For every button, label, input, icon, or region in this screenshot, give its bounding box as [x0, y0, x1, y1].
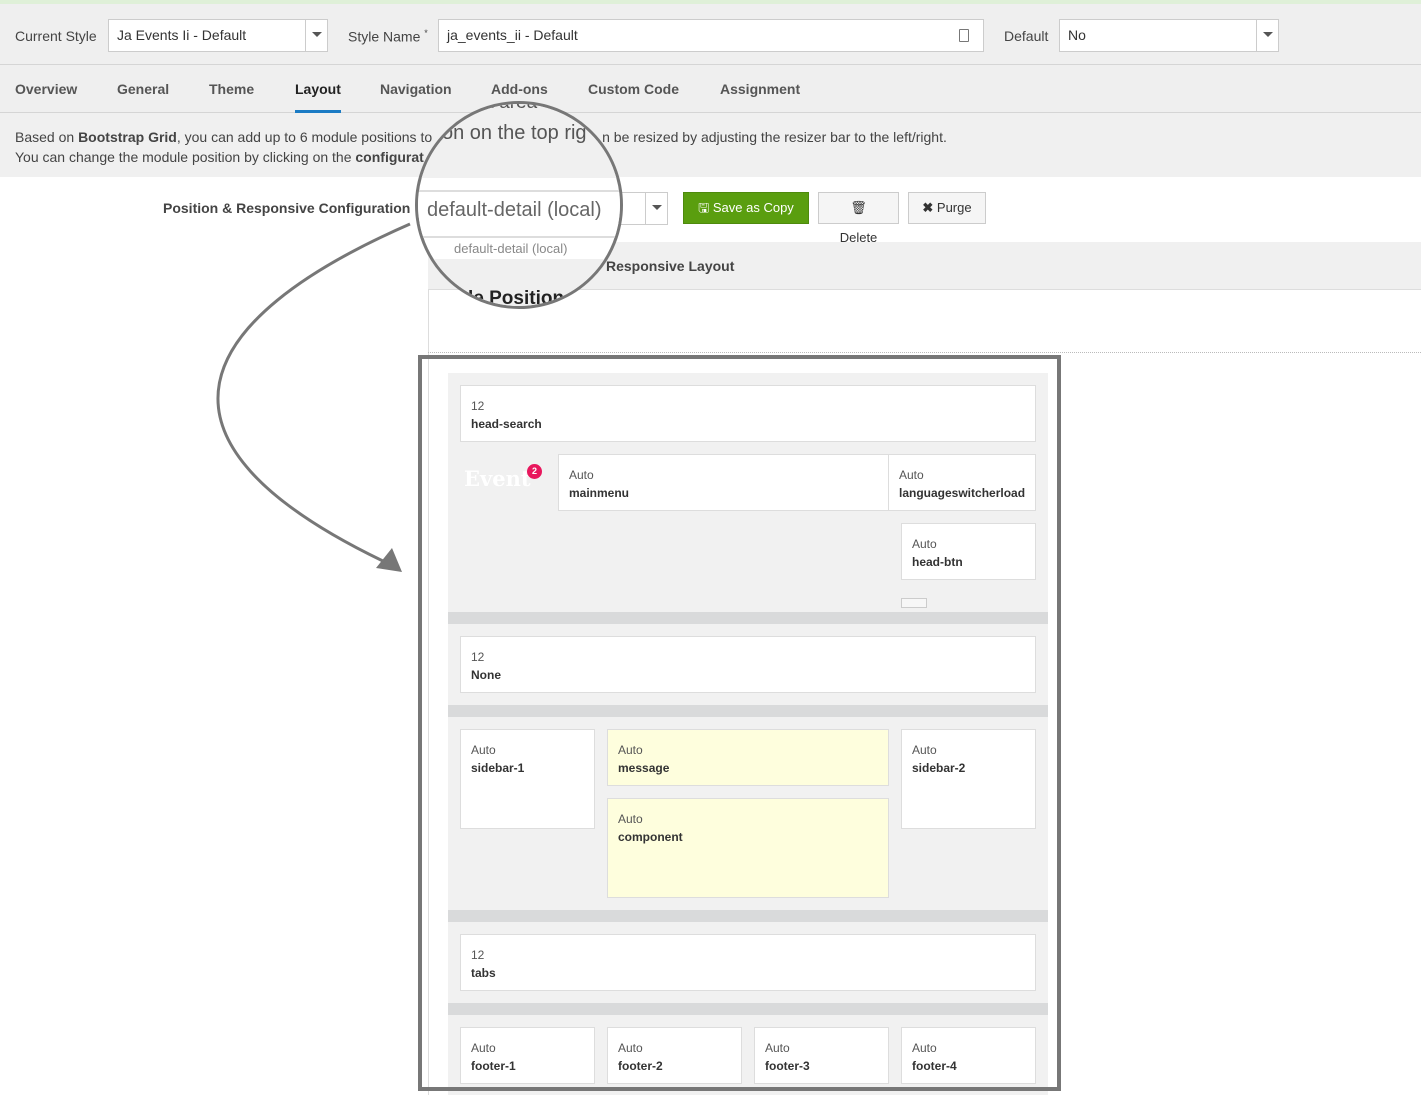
responsive-layout-title[interactable]: Responsive Layout: [606, 258, 734, 274]
magnifier-text: default-detail (local): [454, 241, 568, 256]
layout-select-value[interactable]: default-detail (local): [427, 199, 602, 222]
magnifier-text: le Position: [468, 288, 565, 309]
callout-arrow-line: [216, 222, 411, 564]
magnifier-text: on on the top rig: [442, 122, 587, 144]
callout-arrow: [216, 222, 411, 572]
